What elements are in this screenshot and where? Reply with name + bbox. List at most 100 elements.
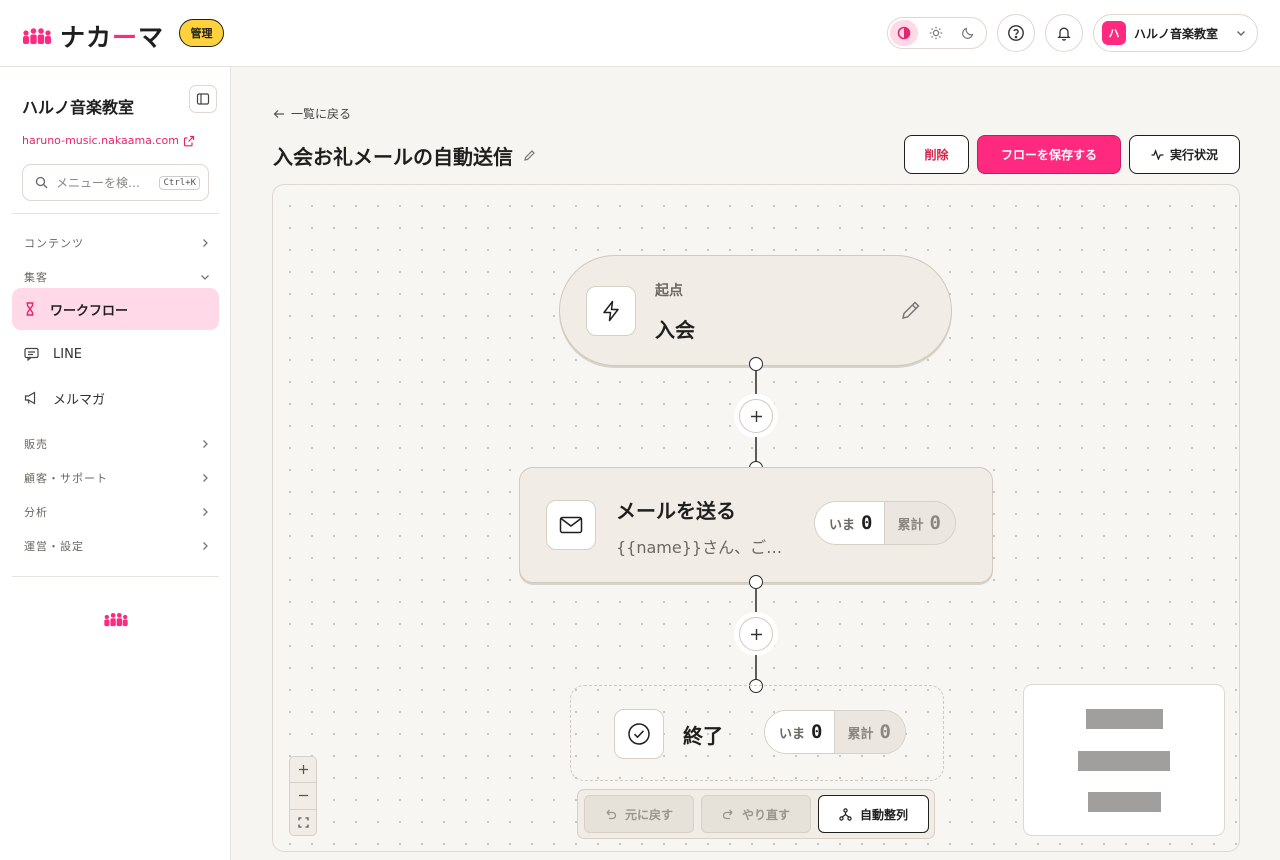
- footer-logo: [103, 612, 129, 631]
- account-avatar: ハ: [1102, 21, 1126, 45]
- chevron-right-icon: [203, 542, 208, 550]
- account-name: ハルノ音楽教室: [1134, 26, 1219, 41]
- edit-pencil-icon[interactable]: [900, 299, 922, 321]
- flow-canvas[interactable]: 起点 入会 メールを送る {{name}}さん、ご… いま 0 累計 0 終了 …: [272, 184, 1240, 852]
- minimap[interactable]: [1023, 684, 1225, 836]
- send-mail-node[interactable]: メールを送る {{name}}さん、ご… いま 0 累計 0: [519, 467, 993, 583]
- org-url-text: haruno-music.nakaama.com: [22, 134, 179, 147]
- contrast-icon: [897, 26, 911, 40]
- redo-icon: [722, 809, 733, 820]
- fit-view-icon: [297, 817, 309, 828]
- back-to-list-link[interactable]: 一覧に戻る: [273, 105, 351, 122]
- logo-people-icon: [104, 613, 128, 627]
- current-value: 0: [811, 721, 823, 743]
- sidebar-item-line[interactable]: LINE: [12, 333, 219, 375]
- edge-line: [755, 589, 757, 614]
- bell-icon: [1057, 27, 1071, 41]
- org-url-link[interactable]: haruno-music.nakaama.com: [22, 134, 195, 147]
- divider: [12, 213, 219, 214]
- section-label: 集客: [24, 271, 48, 284]
- trigger-icon-box: [586, 286, 636, 336]
- sidebar: ハルノ音楽教室 haruno-music.nakaama.com メニューを検……: [0, 67, 231, 860]
- account-menu[interactable]: ハ ハルノ音楽教室: [1093, 14, 1258, 52]
- help-button[interactable]: [997, 14, 1035, 52]
- add-step-button[interactable]: [739, 399, 773, 433]
- sidebar-item-workflow[interactable]: ワークフロー: [12, 288, 219, 330]
- output-port[interactable]: [749, 575, 763, 589]
- edge-line: [755, 371, 757, 396]
- search-placeholder: メニューを検…: [56, 176, 141, 190]
- run-status-button[interactable]: 実行状況: [1129, 135, 1240, 174]
- minimap-node: [1088, 792, 1161, 812]
- current-value: 0: [861, 512, 873, 534]
- end-node[interactable]: 終了 いま 0 累計 0: [570, 685, 944, 781]
- divider: [12, 576, 219, 577]
- admin-badge: 管理: [179, 19, 224, 47]
- section-label: 分析: [24, 506, 48, 519]
- edit-pencil-icon[interactable]: [523, 149, 536, 162]
- sun-icon: [929, 26, 943, 40]
- add-step-button[interactable]: [739, 617, 773, 651]
- menu-search-input[interactable]: メニューを検… Ctrl+K: [22, 164, 209, 201]
- section-label: 運営・設定: [24, 540, 84, 553]
- redo-button[interactable]: やり直す: [701, 795, 811, 833]
- plus-icon: [298, 765, 308, 775]
- section-acquisition[interactable]: 集客: [24, 269, 210, 285]
- mail-icon-box: [546, 500, 596, 550]
- org-name: ハルノ音楽教室: [22, 98, 135, 117]
- theme-dark-button[interactable]: [954, 20, 982, 46]
- zoom-in-button[interactable]: [290, 757, 316, 784]
- auto-layout-label: 自動整列: [859, 807, 908, 822]
- moon-icon: [962, 27, 974, 39]
- save-flow-button[interactable]: フローを保存する: [977, 135, 1121, 174]
- logo-people-icon: [23, 28, 51, 44]
- auto-layout-button[interactable]: 自動整列: [818, 795, 929, 833]
- sidebar-item-mailmag[interactable]: メルマガ: [12, 377, 219, 419]
- sidebar-collapse-button[interactable]: [189, 85, 217, 113]
- sidebar-toggle-icon: [196, 93, 210, 105]
- fit-view-button[interactable]: [290, 810, 316, 835]
- app-logo[interactable]: ナカーマ: [22, 18, 164, 54]
- section-contents[interactable]: コンテンツ: [24, 235, 210, 251]
- section-label: 販売: [24, 438, 48, 451]
- edge-line: [755, 655, 757, 680]
- output-port[interactable]: [749, 357, 763, 371]
- run-status-label: 実行状況: [1169, 148, 1218, 162]
- chevron-right-icon: [203, 508, 208, 516]
- minimap-node: [1078, 751, 1170, 771]
- top-header: ナカーマ 管理 ハ ハルノ音楽教室: [0, 0, 1280, 67]
- notifications-button[interactable]: [1045, 14, 1083, 52]
- theme-light-button[interactable]: [922, 20, 950, 46]
- edge-line: [755, 437, 757, 462]
- chevron-down-icon: [1237, 31, 1245, 36]
- start-node[interactable]: 起点 入会: [559, 255, 952, 366]
- sidebar-item-label: ワークフロー: [50, 303, 129, 319]
- chevron-right-icon: [203, 474, 208, 482]
- current-count: いま 0: [765, 711, 835, 753]
- check-circle-icon: [628, 723, 650, 745]
- total-label: 累計: [847, 726, 874, 742]
- zoom-out-button[interactable]: [290, 783, 316, 810]
- sidebar-item-label: LINE: [53, 346, 83, 362]
- section-analytics[interactable]: 分析: [24, 504, 210, 520]
- mail-icon: [559, 516, 583, 534]
- hourglass-icon: [26, 302, 34, 316]
- plus-icon: [750, 410, 762, 422]
- total-label: 累計: [897, 517, 924, 533]
- theme-auto-button[interactable]: [890, 20, 918, 46]
- end-stats: いま 0 累計 0: [764, 710, 906, 754]
- page-title: 入会お礼メールの自動送信: [273, 141, 536, 170]
- total-count: 累計 0: [834, 711, 905, 753]
- undo-button[interactable]: 元に戻す: [584, 795, 694, 833]
- activity-icon: [1151, 149, 1164, 160]
- section-operations[interactable]: 運営・設定: [24, 538, 210, 554]
- logo-wordmark: ナカーマ: [60, 23, 165, 52]
- current-label: いま: [779, 726, 806, 742]
- mail-preview: {{name}}さん、ご…: [616, 538, 783, 557]
- undo-label: 元に戻す: [624, 807, 673, 822]
- section-sales[interactable]: 販売: [24, 436, 210, 452]
- delete-button[interactable]: 削除: [904, 135, 969, 174]
- plus-icon: [750, 628, 762, 640]
- section-customer-support[interactable]: 顧客・サポート: [24, 470, 210, 486]
- end-icon-box: [614, 709, 664, 759]
